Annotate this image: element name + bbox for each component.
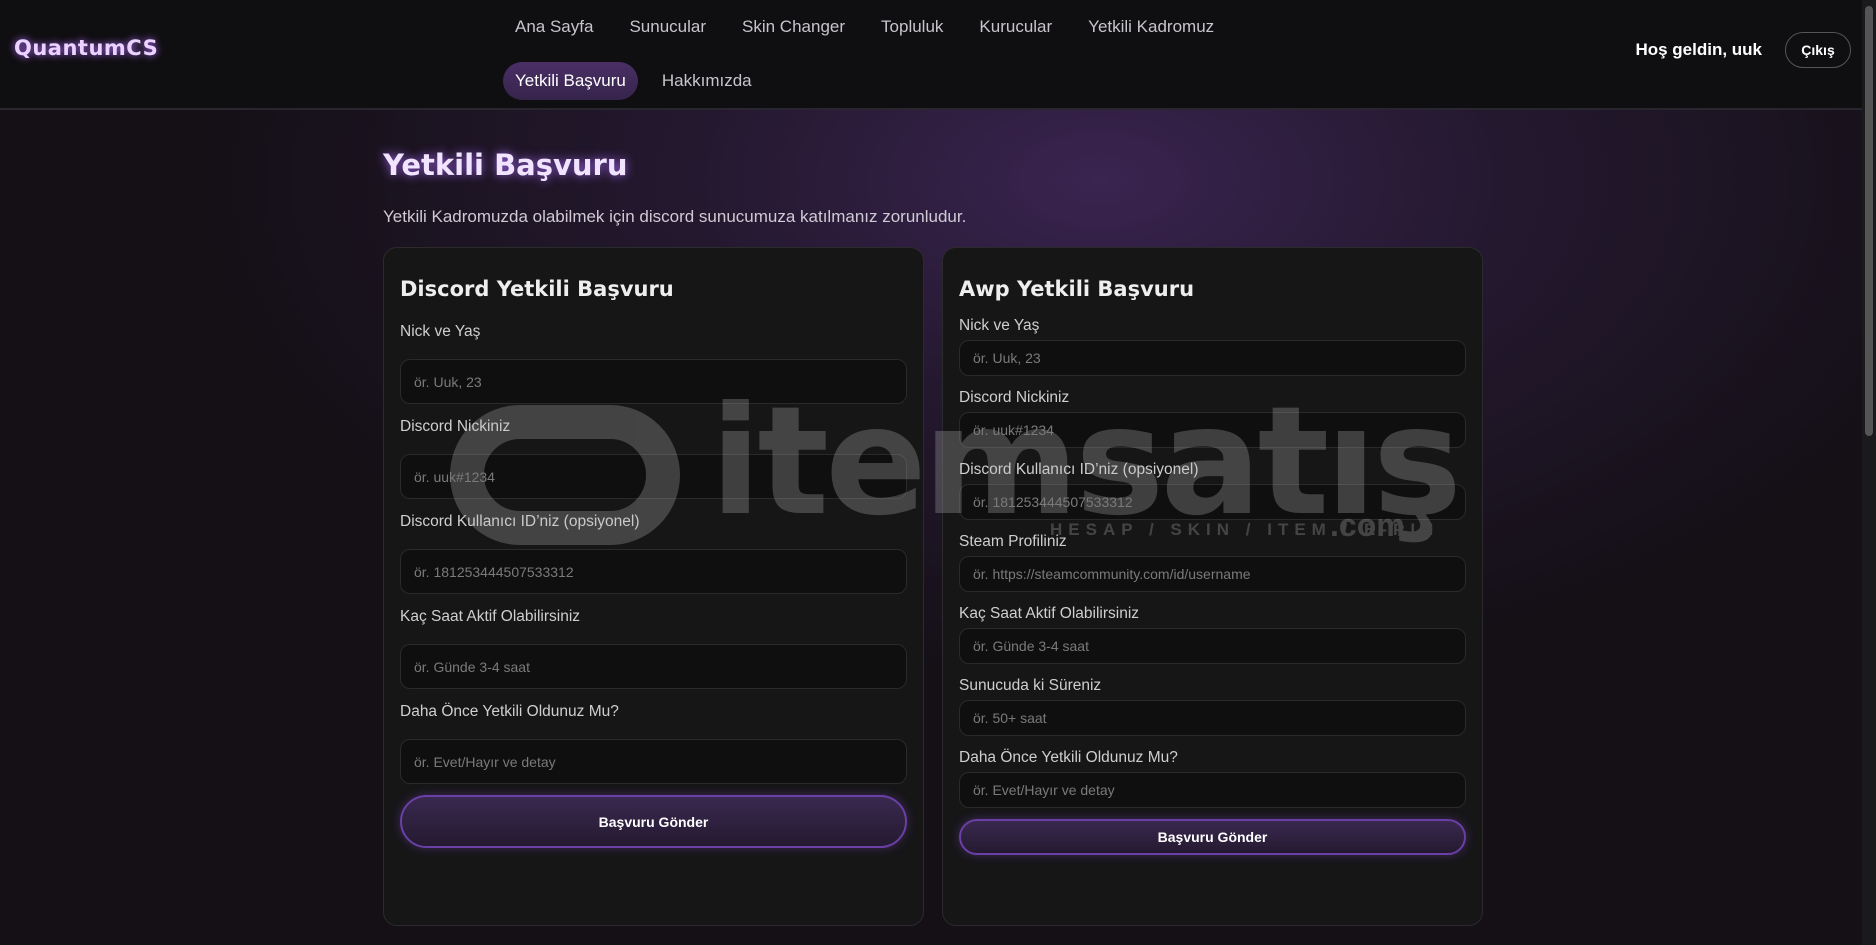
discord-id-input[interactable] xyxy=(400,549,907,594)
nav-yetkili-basvuru[interactable]: Yetkili Başvuru xyxy=(503,62,638,100)
awp-application-card: Awp Yetkili Başvuru Nick ve Yaş ör. Uuk, … xyxy=(942,247,1483,926)
main-nav: Ana Sayfa Sunucular Skin Changer Toplulu… xyxy=(503,8,1263,100)
nav-yetkili-kadromuz[interactable]: Yetkili Kadromuz xyxy=(1076,8,1226,46)
form-field: Discord Kullanıcı ID’niz (opsiyonel) ör. … xyxy=(400,499,907,594)
field-label: Daha Önce Yetkili Oldunuz Mu? xyxy=(400,703,619,720)
active-hours-input[interactable] xyxy=(959,628,1466,664)
nav-skin-changer[interactable]: Skin Changer xyxy=(730,8,857,46)
field-label: Daha Önce Yetkili Oldunuz Mu? xyxy=(959,749,1178,766)
steam-profile-input[interactable] xyxy=(959,556,1466,592)
page-title: Yetkili Başvuru xyxy=(383,148,628,182)
logout-button[interactable]: Çıkış xyxy=(1785,32,1851,68)
field-label: Sunucuda ki Süreniz xyxy=(959,677,1102,694)
nav-ana-sayfa[interactable]: Ana Sayfa xyxy=(503,8,605,46)
field-label: Discord Kullanıcı ID’niz (opsiyonel) xyxy=(400,513,640,530)
nick-age-input[interactable] xyxy=(400,359,907,404)
nick-age-input[interactable] xyxy=(959,340,1466,376)
field-label: Discord Nickiniz xyxy=(400,418,511,435)
form-field: Discord Nickiniz ör. uuk#1234 xyxy=(400,404,907,499)
previous-staff-input[interactable] xyxy=(400,739,907,784)
previous-staff-input[interactable] xyxy=(959,772,1466,808)
field-label: Discord Nickiniz xyxy=(959,389,1070,406)
form-field: Daha Önce Yetkili Oldunuz Mu? ör. Evet/Ha… xyxy=(400,689,907,784)
server-time-input[interactable] xyxy=(959,700,1466,736)
card-title: Awp Yetkili Başvuru xyxy=(959,277,1195,301)
page-subtitle: Yetkili Kadromuzda olabilmek için discor… xyxy=(383,207,967,226)
welcome-text: Hoş geldin, uuk xyxy=(1635,40,1762,59)
nav-kurucular[interactable]: Kurucular xyxy=(967,8,1064,46)
page-scrollbar[interactable] xyxy=(1862,0,1876,945)
field-label: Nick ve Yaş xyxy=(959,317,1040,334)
discord-nick-input[interactable] xyxy=(400,454,907,499)
scrollbar-thumb[interactable] xyxy=(1865,6,1873,436)
field-label: Steam Profiliniz xyxy=(959,533,1067,550)
form-field: Daha Önce Yetkili Oldunuz Mu? ör. Evet/Ha… xyxy=(959,747,1466,808)
field-label: Discord Kullanıcı ID’niz (opsiyonel) xyxy=(959,461,1199,478)
site-logo[interactable]: QuantumCS xyxy=(14,36,158,60)
field-label: Nick ve Yaş xyxy=(400,323,481,340)
nav-hakkimizda[interactable]: Hakkımızda xyxy=(650,62,764,100)
form-field: Steam Profiliniz ör. https://steamcommuni… xyxy=(959,531,1466,592)
nav-sunucular[interactable]: Sunucular xyxy=(617,8,718,46)
card-title: Discord Yetkili Başvuru xyxy=(400,277,674,301)
form-field: Kaç Saat Aktif Olabilirsiniz ör. Günde 3-… xyxy=(400,594,907,689)
form-field: Discord Kullanıcı ID’niz (opsiyonel) ör. … xyxy=(959,459,1466,520)
form-field: Discord Nickiniz ör. uuk#1234 xyxy=(959,387,1466,448)
field-label: Kaç Saat Aktif Olabilirsiniz xyxy=(959,605,1140,622)
discord-id-input[interactable] xyxy=(959,484,1466,520)
nav-topluluk[interactable]: Topluluk xyxy=(869,8,955,46)
form-field: Nick ve Yaş ör. Uuk, 23 xyxy=(400,309,907,404)
top-header: QuantumCS Ana Sayfa Sunucular Skin Chang… xyxy=(0,0,1862,110)
active-hours-input[interactable] xyxy=(400,644,907,689)
form-field: Nick ve Yaş ör. Uuk, 23 xyxy=(959,315,1466,376)
discord-application-card: Discord Yetkili Başvuru Nick ve Yaş ör. U… xyxy=(383,247,924,926)
form-field: Kaç Saat Aktif Olabilirsiniz ör. Günde 3-… xyxy=(959,603,1466,664)
awp-submit-button[interactable]: Başvuru Gönder xyxy=(959,819,1466,855)
discord-submit-button[interactable]: Başvuru Gönder xyxy=(400,795,907,848)
form-field: Sunucuda ki Süreniz ör. 50+ saat xyxy=(959,675,1466,736)
discord-nick-input[interactable] xyxy=(959,412,1466,448)
field-label: Kaç Saat Aktif Olabilirsiniz xyxy=(400,608,581,625)
